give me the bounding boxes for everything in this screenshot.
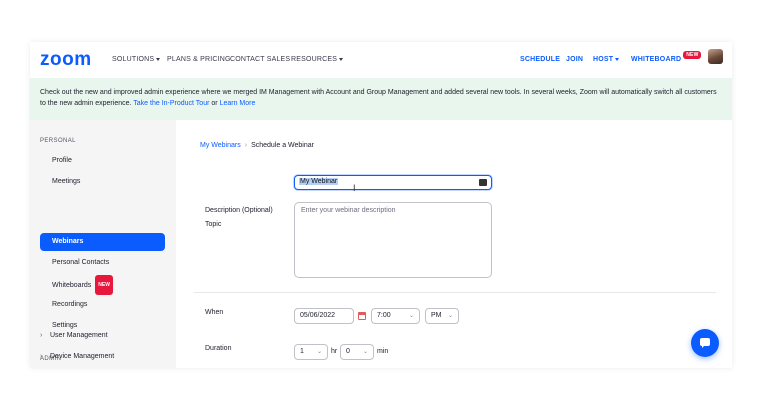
new-badge: NEW <box>95 275 113 295</box>
chevron-down-icon <box>339 57 344 61</box>
sidebar-item-meetings[interactable]: Meetings <box>40 173 165 191</box>
new-badge: NEW <box>683 51 702 59</box>
avatar[interactable] <box>708 49 723 64</box>
duration-label: Duration <box>205 345 232 352</box>
chevron-down-icon: ⌄ <box>316 349 322 355</box>
nav-join[interactable]: JOIN <box>566 56 583 63</box>
sidebar-item-label: Device Management <box>50 353 115 360</box>
minutes-value: 0 <box>346 348 350 355</box>
time-select[interactable]: 7:00 ⌄ <box>371 308 420 324</box>
date-input[interactable]: 05/06/2022 <box>294 308 354 324</box>
chevron-down-icon <box>615 57 620 61</box>
sidebar-item-label: Whiteboards <box>52 281 92 289</box>
top-navigation: zoom SOLUTIONS PLANS & PRICING CONTACT S… <box>30 42 732 78</box>
nav-schedule[interactable]: SCHEDULE <box>520 56 560 63</box>
section-divider <box>194 292 716 293</box>
breadcrumb-my-webinars[interactable]: My Webinars <box>200 142 241 149</box>
hours-unit-label: hr <box>331 348 338 355</box>
chat-bubble-icon <box>700 338 710 348</box>
topic-input[interactable]: My Webinar <box>294 175 492 190</box>
duration-minutes-select[interactable]: 0 ⌄ <box>340 344 374 360</box>
nav-resources-label: RESOURCES <box>291 56 338 63</box>
learn-more-link[interactable]: Learn More <box>220 100 256 107</box>
breadcrumb: My Webinars › Schedule a Webinar <box>200 142 314 149</box>
when-label: When <box>205 309 224 316</box>
zoom-web-portal: zoom SOLUTIONS PLANS & PRICING CONTACT S… <box>30 42 732 368</box>
sidebar: PERSONAL Profile Meetings Webinars Perso… <box>30 120 176 368</box>
breadcrumb-separator: › <box>244 142 248 149</box>
sidebar-item-profile[interactable]: Profile <box>40 152 165 170</box>
sidebar-heading-personal: PERSONAL <box>40 138 76 144</box>
nav-resources[interactable]: RESOURCES <box>291 56 344 63</box>
nav-solutions[interactable]: SOLUTIONS <box>112 56 161 63</box>
chevron-down-icon <box>156 57 161 61</box>
hours-value: 1 <box>300 348 304 355</box>
sidebar-item-device-management[interactable]: › Device Management <box>40 353 114 360</box>
calendar-icon[interactable] <box>358 312 366 320</box>
chevron-right-icon: › <box>40 353 43 360</box>
nav-whiteboard-label: WHITEBOARD <box>631 56 682 63</box>
banner-or-text: or <box>211 100 218 107</box>
chevron-down-icon: ⌄ <box>447 313 453 319</box>
chevron-right-icon: › <box>40 332 43 339</box>
nav-host[interactable]: HOST <box>593 56 620 63</box>
time-value: 7:00 <box>377 312 391 319</box>
sidebar-item-personal-contacts[interactable]: Personal Contacts <box>40 254 165 272</box>
nav-plans-pricing[interactable]: PLANS & PRICING <box>167 56 231 63</box>
description-textarea[interactable]: Enter your webinar description <box>294 202 492 278</box>
sidebar-item-webinars[interactable]: Webinars <box>40 233 165 251</box>
topic-value: My Webinar <box>299 178 339 185</box>
chevron-down-icon: ⌄ <box>408 313 414 319</box>
text-cursor-icon: I <box>353 183 356 193</box>
contact-card-icon[interactable] <box>479 179 487 186</box>
sidebar-item-whiteboards[interactable]: Whiteboards NEW <box>40 275 165 295</box>
sidebar-item-label: User Management <box>50 332 108 339</box>
sidebar-item-recordings[interactable]: Recordings <box>40 296 165 314</box>
nav-whiteboard[interactable]: WHITEBOARDNEW <box>631 51 702 64</box>
nav-host-label: HOST <box>593 56 614 63</box>
nav-solutions-label: SOLUTIONS <box>112 56 155 63</box>
nav-contact-sales[interactable]: CONTACT SALES <box>230 56 290 63</box>
topic-label: Topic <box>205 221 222 228</box>
in-product-tour-link[interactable]: Take the In-Product Tour <box>133 100 209 107</box>
chat-button[interactable] <box>691 329 719 357</box>
ampm-select[interactable]: PM ⌄ <box>425 308 459 324</box>
description-label: Description (Optional) <box>205 207 273 214</box>
zoom-logo[interactable]: zoom <box>40 49 92 71</box>
admin-experience-banner: Check out the new and improved admin exp… <box>30 78 732 120</box>
chevron-down-icon: ⌄ <box>362 349 368 355</box>
sidebar-item-user-management[interactable]: › User Management <box>40 332 108 339</box>
ampm-value: PM <box>431 312 442 319</box>
breadcrumb-current: Schedule a Webinar <box>251 142 314 149</box>
minutes-unit-label: min <box>377 348 389 355</box>
duration-hours-select[interactable]: 1 ⌄ <box>294 344 328 360</box>
